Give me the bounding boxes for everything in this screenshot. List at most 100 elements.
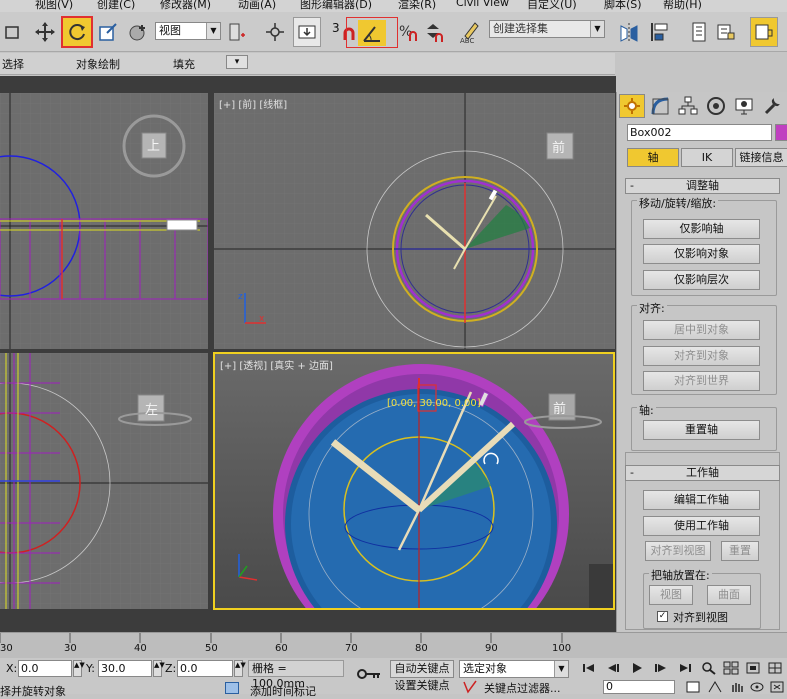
menu-animation[interactable]: 动画(A) — [238, 0, 276, 12]
goto-end-icon[interactable] — [676, 661, 694, 675]
viewcube-top[interactable]: 上 — [147, 135, 160, 154]
mirror-icon[interactable] — [616, 17, 642, 47]
tab-ik[interactable]: IK — [681, 148, 733, 167]
menu-customize[interactable]: 自定义(U) — [527, 0, 577, 12]
edit-working-pivot-button[interactable]: 编辑工作轴 — [643, 490, 760, 510]
motion-tab-icon[interactable] — [703, 94, 729, 118]
tab-pivot[interactable]: 轴 — [627, 148, 679, 167]
menu-modifiers[interactable]: 修改器(M) — [160, 0, 211, 12]
next-frame-icon[interactable] — [652, 661, 670, 675]
current-frame-field[interactable]: 0 — [603, 680, 675, 694]
select-manipulate-icon[interactable] — [262, 17, 288, 47]
create-tab-icon[interactable] — [619, 94, 645, 118]
zoom-icon[interactable] — [700, 661, 718, 675]
pivot-center-icon[interactable] — [225, 17, 249, 47]
y-coord-field[interactable]: 30.0 — [98, 660, 152, 677]
reset-pivot-button[interactable]: 重置轴 — [643, 420, 760, 440]
ribbon-tab-populate[interactable]: 填充 — [173, 56, 195, 72]
pan-hand-icon[interactable] — [728, 680, 746, 694]
move-tool-icon[interactable] — [32, 17, 58, 47]
viewcube-left[interactable]: 左 — [145, 399, 158, 418]
keyboard-shortcut-override-icon[interactable] — [293, 17, 321, 47]
add-time-tag[interactable]: 添加时间标记 — [250, 683, 316, 699]
perspective-viewport-label[interactable]: [+] [透视] [真实 + 边面] — [220, 357, 333, 372]
front-viewport-label[interactable]: [+] [前] [线框] — [219, 96, 287, 111]
rollout-adjust-pivot[interactable]: - 调整轴 — [625, 178, 780, 194]
utilities-tab-icon[interactable] — [759, 94, 785, 118]
time-tag-icon[interactable] — [225, 682, 239, 694]
scene-explorer-icon[interactable] — [688, 17, 710, 47]
x-spinner-icon[interactable]: ▲▼ — [73, 660, 85, 677]
z-spinner-icon[interactable]: ▲▼ — [234, 660, 246, 677]
reference-coord-combo[interactable]: 视图 ▼ — [155, 22, 221, 40]
align-to-view-checkbox[interactable]: ✓ — [657, 611, 668, 622]
menu-graph-editors[interactable]: 图形编辑器(D) — [300, 0, 372, 12]
viewcube-perspective[interactable]: 前 — [553, 398, 566, 417]
edit-named-selection-icon[interactable]: ABC — [458, 17, 482, 47]
rollout-working-pivot[interactable]: - 工作轴 — [625, 465, 780, 481]
affect-pivot-only-button[interactable]: 仅影响轴 — [643, 219, 760, 239]
layer-explorer-icon[interactable] — [714, 17, 738, 47]
display-tab-icon[interactable] — [731, 94, 757, 118]
perspective-viewport[interactable]: [+] [透视] [真实 + 边面] [0.00, 30.00, 0.00] 前 — [213, 352, 615, 610]
affect-hierarchy-only-button[interactable]: 仅影响层次 — [643, 270, 760, 290]
key-selection-combo[interactable]: 选定对象 ▼ — [459, 660, 569, 678]
rotate-tool-icon[interactable] — [61, 16, 93, 48]
menu-create[interactable]: 创建(C) — [97, 0, 135, 12]
center-to-object-button[interactable]: 居中到对象 — [643, 320, 760, 340]
modify-tab-icon[interactable] — [647, 94, 673, 118]
menu-rendering[interactable]: 渲染(R) — [398, 0, 436, 12]
play-icon[interactable] — [628, 661, 646, 675]
goto-start-icon[interactable] — [580, 661, 598, 675]
ribbon-options-dropdown[interactable]: ▾ — [226, 55, 248, 69]
orbit-icon[interactable] — [748, 680, 766, 694]
snap-toggle-label[interactable]: 3 — [332, 21, 340, 35]
menu-help[interactable]: 帮助(H) — [663, 0, 702, 12]
align-to-view-button[interactable]: 对齐到视图 — [645, 541, 711, 561]
left-viewport[interactable]: 左 — [0, 353, 208, 609]
place-surface-button[interactable]: 曲面 — [707, 585, 751, 605]
hierarchy-tab-icon[interactable] — [675, 94, 701, 118]
place-tool-icon[interactable] — [125, 17, 151, 47]
ribbon-tab-select[interactable]: 选择 — [2, 56, 24, 72]
align-icon[interactable] — [646, 17, 672, 47]
front-viewport[interactable]: z x [+] [前] [线框] 前 — [214, 93, 615, 349]
place-view-button[interactable]: 视图 — [649, 585, 693, 605]
maximize-viewport-icon[interactable] — [768, 680, 786, 694]
x-coord-field[interactable]: 0.0 — [18, 660, 72, 677]
ribbon-tab-object-paint[interactable]: 对象绘制 — [76, 56, 120, 72]
top-viewport[interactable]: 上 — [0, 93, 208, 349]
affect-object-only-button[interactable]: 仅影响对象 — [643, 244, 760, 264]
field-of-view-icon[interactable] — [706, 680, 724, 694]
zoom-all-icon[interactable] — [722, 661, 740, 675]
menu-civil-view[interactable]: Civil View — [456, 0, 509, 9]
percent-snap-icon[interactable]: % — [397, 17, 419, 47]
zoom-extents-all-icon[interactable] — [766, 661, 784, 675]
named-selection-combo[interactable]: 创建选择集 ▼ — [489, 20, 605, 38]
auto-key-button[interactable]: 自动关键点 — [390, 660, 454, 678]
use-working-pivot-button[interactable]: 使用工作轴 — [643, 516, 760, 536]
align-to-object-button[interactable]: 对齐到对象 — [643, 346, 760, 366]
prev-frame-icon[interactable] — [604, 661, 622, 675]
reset-working-button[interactable]: 重置 — [721, 541, 759, 561]
select-region-icon[interactable] — [2, 17, 24, 47]
filter-icon[interactable] — [462, 679, 480, 694]
spinner-snap-icon[interactable] — [423, 17, 445, 47]
set-key-button[interactable]: 设置关键点 — [390, 680, 454, 694]
angle-snap-toggle[interactable] — [346, 17, 398, 48]
tab-link-info[interactable]: 链接信息 — [735, 148, 787, 167]
timeline-ruler[interactable]: 30 30 40 50 60 70 80 90 100 — [0, 632, 787, 658]
time-config-icon[interactable] — [684, 680, 702, 694]
key-mode-icon[interactable] — [356, 664, 382, 684]
menu-view[interactable]: 视图(V) — [35, 0, 73, 12]
align-to-world-button[interactable]: 对齐到世界 — [643, 371, 760, 391]
scale-tool-icon[interactable] — [96, 17, 120, 47]
object-name-field[interactable]: Box002 — [627, 124, 772, 141]
object-color-swatch[interactable] — [775, 124, 787, 141]
zoom-extents-icon[interactable] — [744, 661, 762, 675]
viewcube-front[interactable]: 前 — [552, 137, 565, 156]
z-coord-field[interactable]: 0.0 — [177, 660, 233, 677]
toggle-ribbon-icon[interactable] — [750, 17, 778, 47]
y-spinner-icon[interactable]: ▲▼ — [153, 660, 165, 677]
menu-scripting[interactable]: 脚本(S) — [604, 0, 642, 12]
